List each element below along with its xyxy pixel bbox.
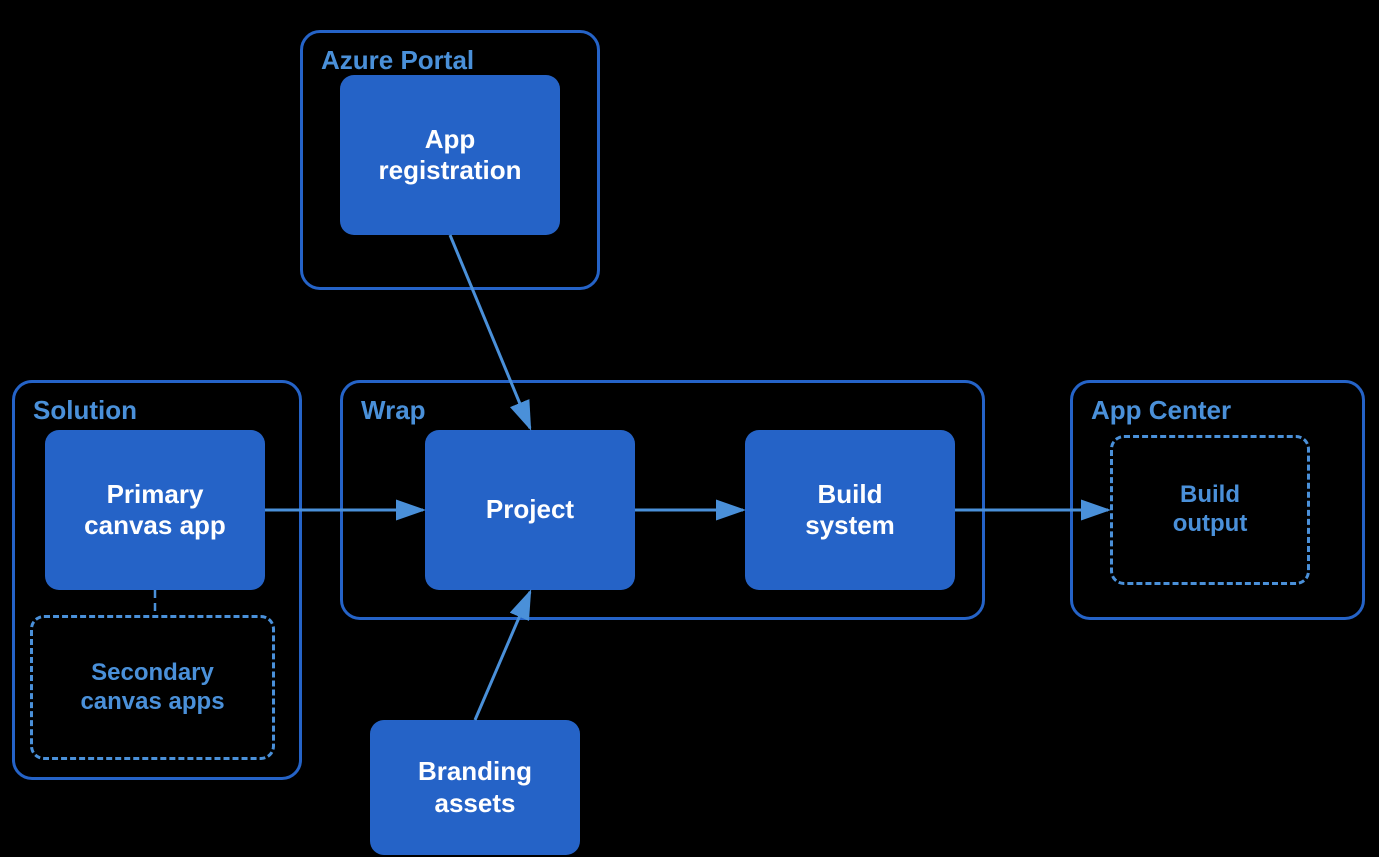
- app-registration-label: Appregistration: [378, 124, 521, 186]
- build-system-label: Buildsystem: [805, 479, 895, 541]
- azure-portal-label: Azure Portal: [321, 45, 474, 76]
- diagram-container: Azure Portal Solution Wrap App Center Ap…: [0, 0, 1379, 857]
- build-output-box: Buildoutput: [1110, 435, 1310, 585]
- build-output-label: Buildoutput: [1173, 481, 1248, 539]
- build-system-box: Buildsystem: [745, 430, 955, 590]
- primary-canvas-app-label: Primarycanvas app: [84, 479, 226, 541]
- branding-assets-label: Brandingassets: [418, 756, 532, 818]
- primary-canvas-app-box: Primarycanvas app: [45, 430, 265, 590]
- wrap-label: Wrap: [361, 395, 426, 426]
- secondary-canvas-apps-box: Secondarycanvas apps: [30, 615, 275, 760]
- solution-label: Solution: [33, 395, 137, 426]
- project-box: Project: [425, 430, 635, 590]
- branding-assets-box: Brandingassets: [370, 720, 580, 855]
- app-center-label: App Center: [1091, 395, 1231, 426]
- project-label: Project: [486, 494, 574, 525]
- secondary-canvas-apps-label: Secondarycanvas apps: [80, 659, 224, 717]
- app-registration-box: Appregistration: [340, 75, 560, 235]
